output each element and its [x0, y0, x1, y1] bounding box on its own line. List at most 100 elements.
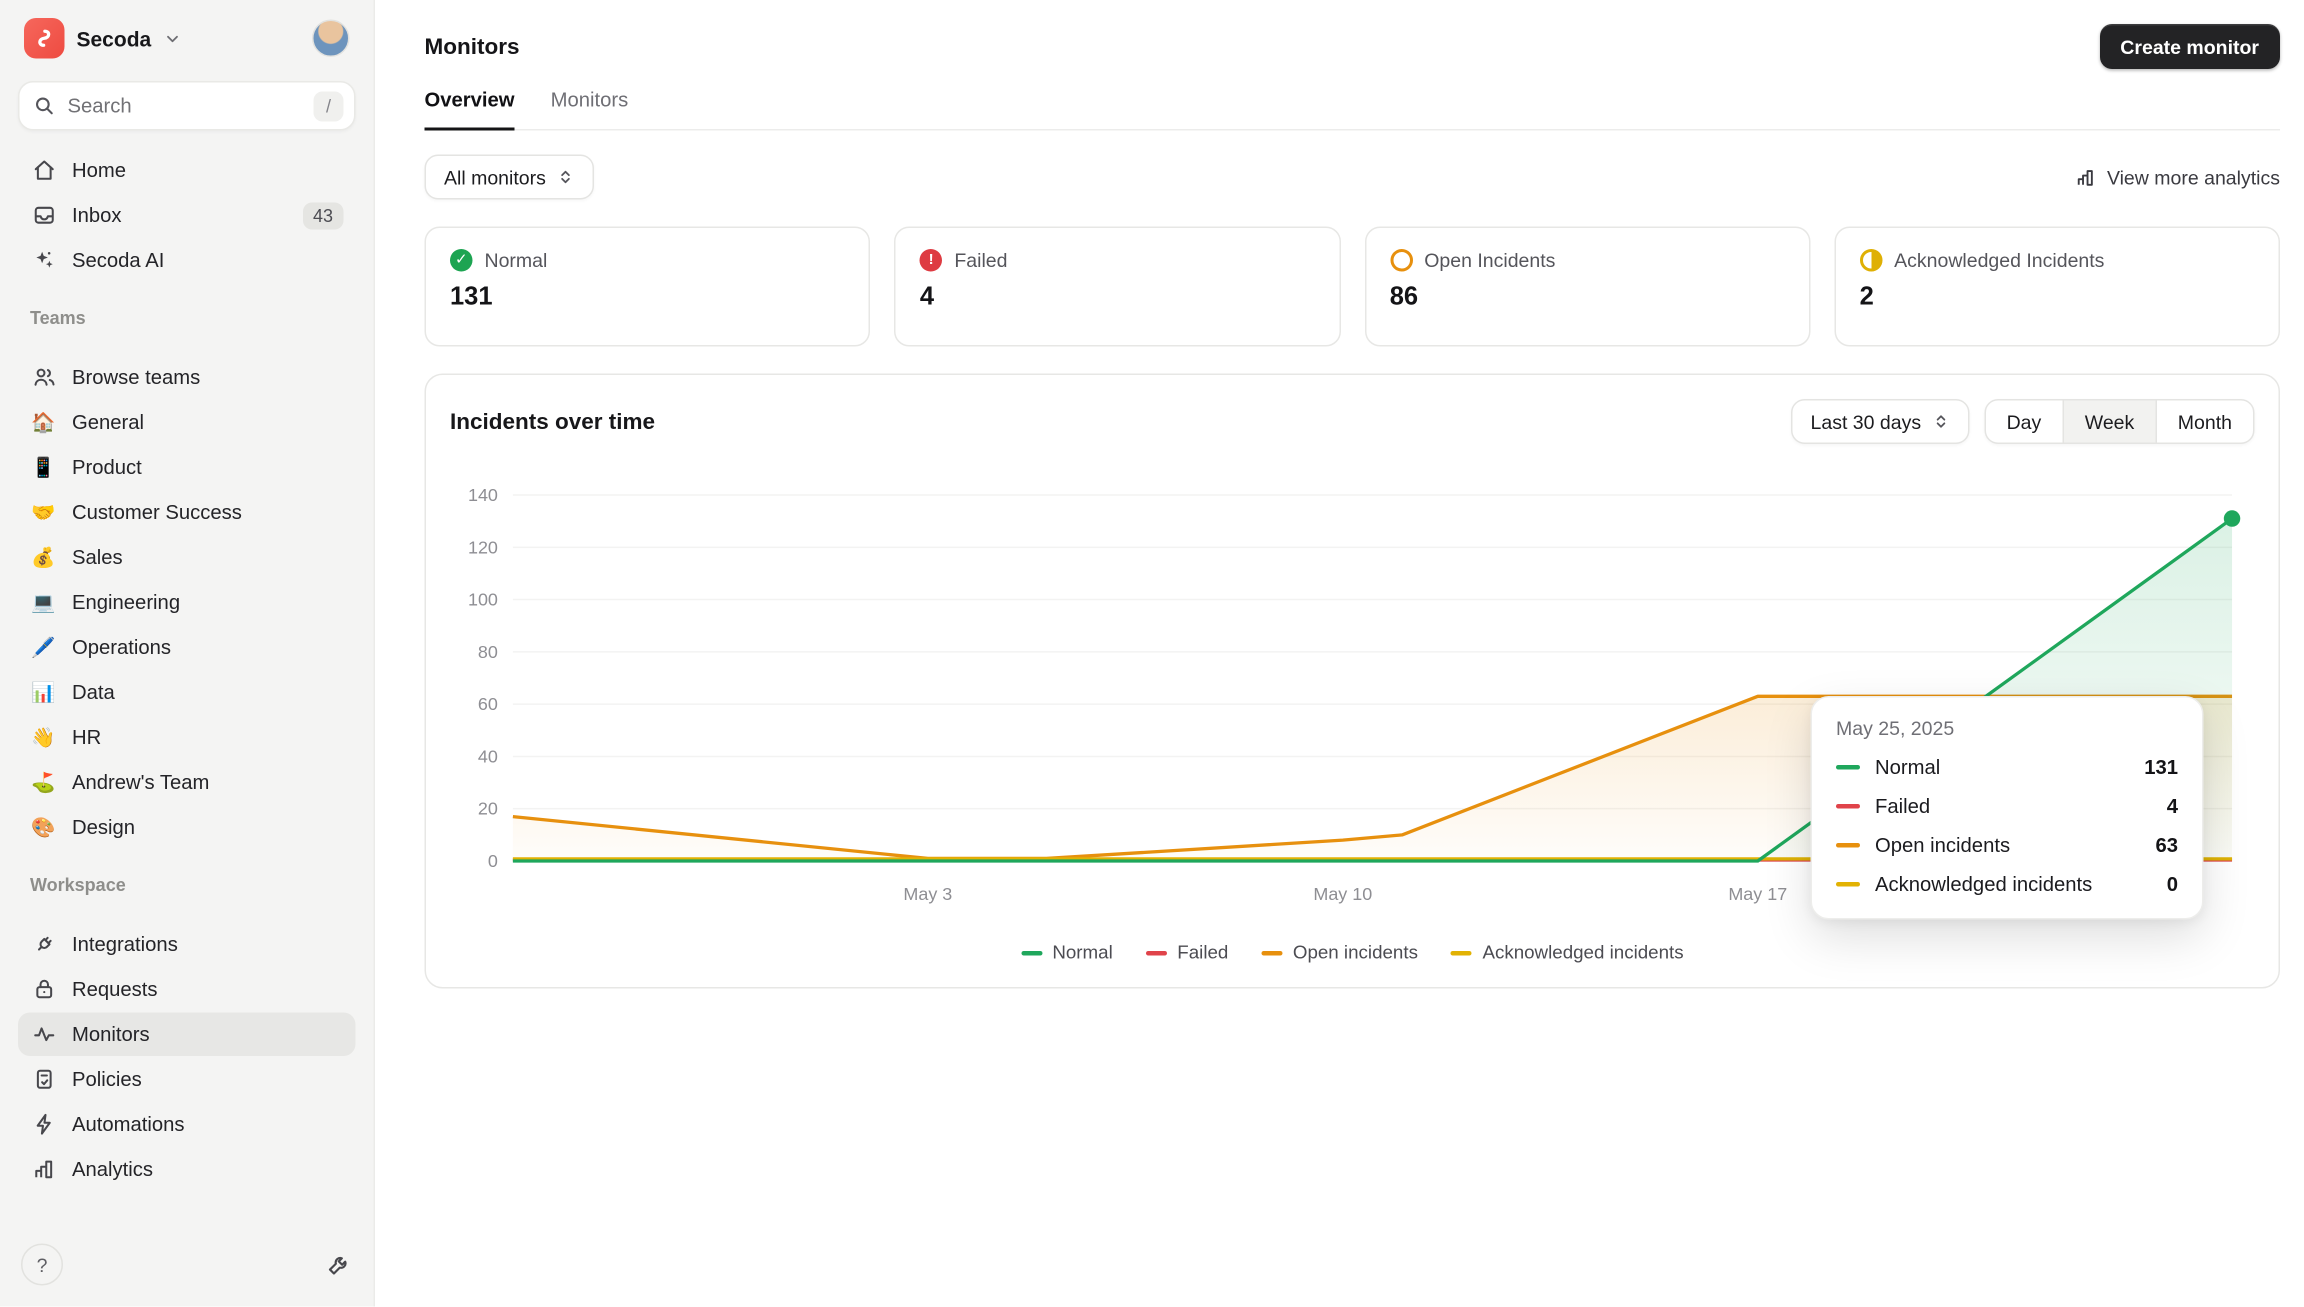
chart-tooltip: May 25, 2025 Normal 131 Failed 4 Open in… — [1810, 696, 2204, 920]
team-emoji-icon: 👋 — [31, 725, 56, 748]
sidebar-item-label: General — [72, 411, 145, 434]
sidebar-item-label: Data — [72, 681, 115, 704]
sidebar-item-secoda-ai[interactable]: Secoda AI — [18, 239, 356, 283]
sidebar-item-inbox[interactable]: Inbox 43 — [18, 194, 356, 238]
tooltip-row: Failed 4 — [1836, 795, 2178, 818]
sidebar-item-label: Integrations — [72, 933, 178, 956]
question-mark-icon: ? — [36, 1253, 48, 1276]
legend-label: Failed — [1177, 942, 1229, 963]
stat-value: 4 — [919, 282, 935, 311]
stat-label: Normal — [484, 249, 548, 272]
team-emoji-icon: 💻 — [31, 590, 56, 613]
search-input[interactable]: / — [18, 81, 356, 131]
sidebar-primary-nav: Home Inbox 43 Secoda AI — [18, 149, 356, 283]
create-monitor-button[interactable]: Create monitor — [2099, 24, 2280, 69]
sidebar-item-team-operations[interactable]: 🖊️ Operations — [18, 626, 356, 670]
people-icon — [30, 365, 57, 391]
sidebar-item-team-hr[interactable]: 👋 HR — [18, 716, 356, 760]
svg-text:140: 140 — [468, 485, 498, 505]
sidebar-item-label: Operations — [72, 636, 172, 659]
sidebar-item-analytics[interactable]: Analytics — [18, 1148, 356, 1192]
stat-cards-row: ✓ Normal 131 ! Failed 4 Open Incidents 8… — [424, 226, 2280, 347]
tab-monitors[interactable]: Monitors — [551, 89, 629, 130]
sidebar-item-label: Product — [72, 456, 142, 479]
team-emoji-icon: 🖊️ — [31, 635, 56, 658]
legend-item[interactable]: Failed — [1145, 942, 1229, 963]
settings-wrench-button[interactable] — [326, 1251, 353, 1278]
sidebar-item-team-data[interactable]: 📊 Data — [18, 671, 356, 715]
sidebar-item-team-andrews-team[interactable]: ⛳ Andrew's Team — [18, 761, 356, 805]
search-field[interactable] — [67, 94, 302, 117]
policy-doc-icon — [30, 1067, 57, 1093]
svg-text:May 17: May 17 — [1728, 884, 1787, 904]
sidebar-item-label: Design — [72, 816, 136, 839]
series-swatch — [1836, 843, 1860, 848]
sidebar-item-monitors[interactable]: Monitors — [18, 1012, 356, 1056]
legend-item[interactable]: Acknowledged incidents — [1450, 942, 1684, 963]
sidebar-item-requests[interactable]: Requests — [18, 968, 356, 1012]
monitor-filter-dropdown[interactable]: All monitors — [424, 154, 594, 200]
pulse-icon — [30, 1022, 57, 1048]
sidebar-item-policies[interactable]: Policies — [18, 1058, 356, 1102]
inbox-icon — [30, 203, 57, 229]
team-emoji-icon: 📱 — [31, 455, 56, 478]
date-range-dropdown[interactable]: Last 30 days — [1791, 399, 1970, 444]
open-circle-icon — [1389, 249, 1413, 272]
lightning-icon — [30, 1112, 57, 1138]
tab-overview[interactable]: Overview — [424, 89, 515, 131]
granularity-week[interactable]: Week — [2062, 400, 2157, 443]
stat-label: Acknowledged Incidents — [1894, 249, 2105, 272]
analytics-bars-icon — [2074, 166, 2097, 189]
granularity-month[interactable]: Month — [2157, 401, 2253, 443]
sidebar-item-automations[interactable]: Automations — [18, 1103, 356, 1147]
sidebar-item-team-design[interactable]: 🎨 Design — [18, 806, 356, 850]
stat-value: 2 — [1859, 282, 1874, 311]
sidebar-item-team-product[interactable]: 📱 Product — [18, 446, 356, 490]
legend-label: Normal — [1052, 942, 1113, 963]
legend-item[interactable]: Open incidents — [1261, 942, 1418, 963]
granularity-day[interactable]: Day — [1986, 401, 2063, 443]
workspace-section-title: Workspace — [30, 874, 126, 896]
stat-card-acknowledged-incidents: Acknowledged Incidents 2 — [1834, 226, 2280, 347]
main-content: Monitors Create monitor Overview Monitor… — [375, 0, 2304, 989]
stat-value: 131 — [450, 282, 493, 311]
team-emoji-icon: 🤝 — [31, 500, 56, 523]
teams-section-title: Teams — [30, 307, 86, 329]
stat-card-open-incidents: Open Incidents 86 — [1364, 226, 1811, 347]
user-avatar[interactable] — [312, 19, 350, 57]
inbox-count-badge: 43 — [302, 201, 344, 229]
tooltip-series-label: Failed — [1875, 795, 1931, 818]
app-root: Secoda / Home Inbox 43 — [0, 0, 2304, 1307]
half-circle-icon — [1859, 249, 1883, 272]
monitor-filter-label: All monitors — [444, 165, 546, 189]
sidebar-item-integrations[interactable]: Integrations — [18, 923, 356, 967]
help-button[interactable]: ? — [21, 1243, 63, 1286]
sidebar-item-label: Requests — [72, 978, 158, 1001]
stat-label: Failed — [954, 249, 1008, 272]
tooltip-date: May 25, 2025 — [1836, 717, 1955, 740]
sidebar-item-team-customer-success[interactable]: 🤝 Customer Success — [18, 491, 356, 535]
legend-swatch — [1145, 950, 1167, 955]
tooltip-series-value: 131 — [2144, 756, 2178, 779]
stat-value: 86 — [1389, 282, 1419, 311]
sidebar-item-team-sales[interactable]: 💰 Sales — [18, 536, 356, 580]
tooltip-series-label: Open incidents — [1875, 834, 2011, 857]
stat-label: Open Incidents — [1424, 249, 1556, 272]
legend-item[interactable]: Normal — [1020, 942, 1113, 963]
view-more-analytics-label: View more analytics — [2106, 165, 2280, 189]
workspace-switcher[interactable]: Secoda — [24, 18, 181, 59]
team-emoji-icon: 💰 — [31, 545, 56, 568]
view-more-analytics-link[interactable]: View more analytics — [2074, 165, 2280, 189]
team-emoji-icon: ⛳ — [31, 770, 56, 793]
svg-text:May 3: May 3 — [903, 884, 952, 904]
tooltip-series-label: Acknowledged incidents — [1875, 873, 2093, 896]
sidebar-item-home[interactable]: Home — [18, 149, 356, 193]
sidebar-teams-nav: Browse teams 🏠 General 📱 Product 🤝 Custo… — [18, 356, 356, 850]
svg-text:120: 120 — [468, 537, 498, 557]
sidebar-item-team-engineering[interactable]: 💻 Engineering — [18, 581, 356, 625]
sidebar-item-team-general[interactable]: 🏠 General — [18, 401, 356, 445]
sidebar-item-browse-teams[interactable]: Browse teams — [18, 356, 356, 400]
chevron-down-icon — [163, 29, 181, 47]
incidents-chart-card: Incidents over time Last 30 days Day Wee… — [424, 373, 2280, 989]
alert-circle-icon: ! — [919, 249, 943, 272]
